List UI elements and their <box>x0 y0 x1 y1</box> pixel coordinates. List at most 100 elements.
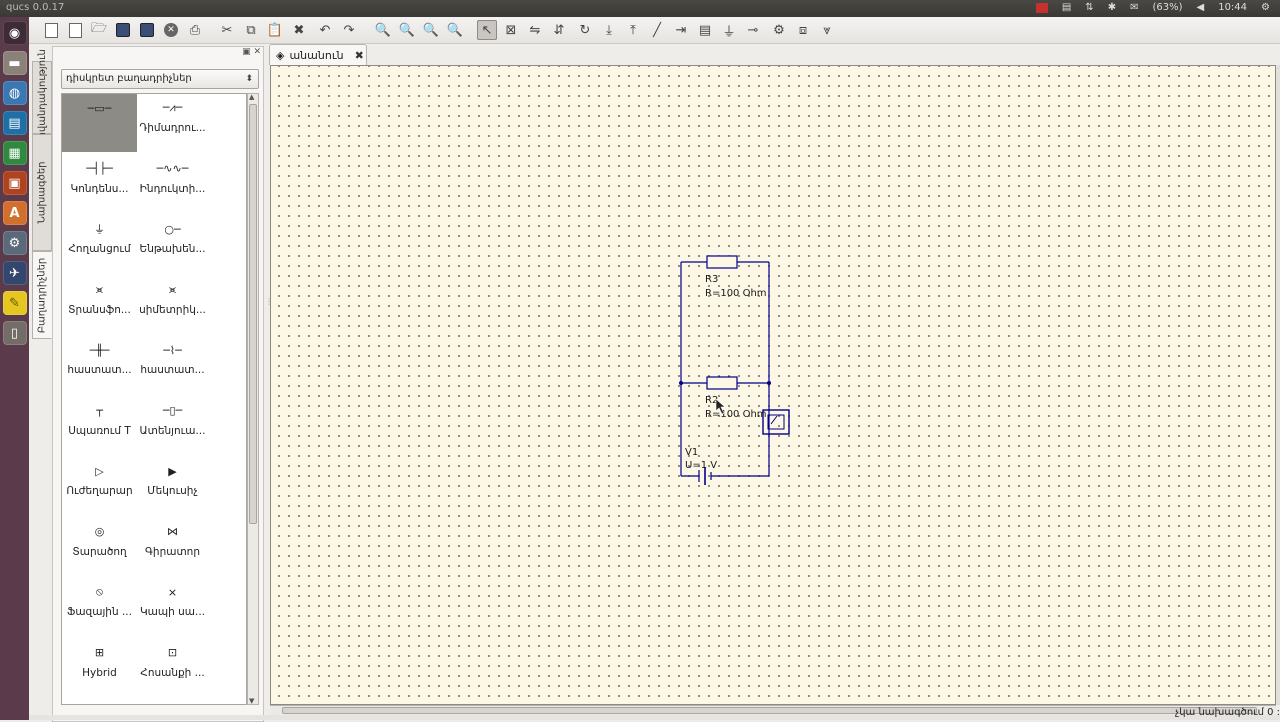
component-item[interactable]: ⪤ Տրանսֆո... <box>62 276 137 334</box>
battery-indicator[interactable]: (63%) <box>1152 2 1182 13</box>
view-data-icon[interactable]: ⧈ <box>793 20 813 40</box>
undo-icon[interactable]: ↶ <box>315 20 335 40</box>
clock[interactable]: 10:44 <box>1218 2 1247 13</box>
software-center-icon[interactable]: A <box>2 201 27 225</box>
browser-icon[interactable]: ◍ <box>2 81 27 105</box>
mirror-x-icon[interactable]: ⇋ <box>525 20 545 40</box>
component-item[interactable]: ⊡ Հոսանքի ... <box>135 639 210 697</box>
wire-icon[interactable]: ╱ <box>647 20 667 40</box>
component-item[interactable]: ⦸ Ֆազային ... <box>62 578 137 636</box>
zoom-selection-icon[interactable]: 🔍 <box>397 20 417 40</box>
status-text: չկա նախագծում 0 : <box>1175 707 1280 718</box>
main-toolbar: 🗁 ✕ ⎙ ✂ ⧉ 📋 ✖ ↶ ↷ 🔍 🔍 🔍 🔍 ↖ ⊠ ⇋ ⇵ ↻ ⤓ ⤒ … <box>29 17 1280 44</box>
qucs-icon[interactable]: ✈ <box>2 261 27 285</box>
transformer-icon: ⪤ <box>95 282 104 296</box>
trash-icon[interactable]: ▯ <box>2 321 27 345</box>
component-item[interactable]: ◎ Տարածող <box>62 518 137 576</box>
enter-subcircuit-icon[interactable]: ⤓ <box>599 20 619 40</box>
save-all-icon[interactable] <box>137 20 157 40</box>
tab-projects[interactable]: Նախագծեր <box>32 134 52 251</box>
tab-components[interactable]: Բաղադրիչներ <box>32 251 52 339</box>
files-icon[interactable]: ▬ <box>2 51 27 75</box>
component-item[interactable]: ⋈ Գիրատոր <box>135 518 210 576</box>
cut-icon[interactable]: ✂ <box>217 20 237 40</box>
tab-content[interactable]: Բովանդակություն <box>32 49 52 146</box>
v1-name-label: V1 <box>685 447 698 458</box>
exit-subcircuit-icon[interactable]: ⤒ <box>623 20 643 40</box>
open-icon[interactable]: 🗁 <box>89 20 109 40</box>
calc-icon[interactable]: ▦ <box>2 141 27 165</box>
component-item[interactable]: ─▭─ <box>62 94 137 152</box>
paste-icon[interactable]: 📋 <box>265 20 285 40</box>
close-document-icon[interactable]: ✕ <box>161 20 181 40</box>
canvas-horizontal-scrollbar[interactable] <box>270 705 1276 715</box>
equation-icon[interactable]: ▤ <box>695 20 715 40</box>
keyboard-icon[interactable]: ▤ <box>1062 2 1071 13</box>
component-item[interactable]: ⪤ սիմետրիկ... <box>135 276 210 334</box>
component-item[interactable]: ─⩘─ Դիմադրու... <box>135 94 210 152</box>
probe-placeholder[interactable] <box>762 409 790 435</box>
tab-document[interactable]: ◈ անանուն ✖ <box>269 44 367 65</box>
mirror-y-icon[interactable]: ⇵ <box>549 20 569 40</box>
wire-label-icon[interactable]: ⇥ <box>671 20 691 40</box>
redo-icon[interactable]: ↷ <box>339 20 359 40</box>
indicator-icon[interactable] <box>1035 3 1048 13</box>
save-icon[interactable] <box>113 20 133 40</box>
delete-icon[interactable]: ✖ <box>289 20 309 40</box>
rotate-icon[interactable]: ↻ <box>575 20 595 40</box>
component-item[interactable]: ─▯─ Ատենյուա... <box>135 397 210 455</box>
phase-shifter-icon: ⦸ <box>95 585 104 598</box>
scroll-down-icon[interactable]: ▼ <box>249 697 254 705</box>
component-item[interactable]: ⨯ Կապի սա... <box>135 578 210 636</box>
new-file-icon[interactable] <box>41 20 61 40</box>
zoom-out-icon[interactable]: 🔍 <box>445 20 465 40</box>
component-item[interactable]: ○─ Ենթախեն... <box>135 215 210 273</box>
component-item[interactable]: ┬ Սպառում T <box>62 397 137 455</box>
notes-icon[interactable]: ✎ <box>2 291 27 315</box>
resistor-r3[interactable] <box>706 255 738 269</box>
component-item[interactable]: ▶ Մեկուսիչ <box>135 457 210 515</box>
component-item[interactable]: ─∿∿─ Ինդուկտի... <box>135 155 210 213</box>
writer-icon[interactable]: ▤ <box>2 111 27 135</box>
dash-icon[interactable]: ◉ <box>2 21 27 45</box>
print-icon[interactable]: ⎙ <box>185 20 205 40</box>
zoom-fit-icon[interactable]: 🔍 <box>373 20 393 40</box>
deactivate-icon[interactable]: ⊠ <box>501 20 521 40</box>
copy-icon[interactable]: ⧉ <box>241 20 261 40</box>
component-item[interactable]: ─┤├─ Կոնդենս... <box>62 155 137 213</box>
settings-icon[interactable]: ⚙ <box>2 231 27 255</box>
scrollbar-thumb[interactable] <box>249 104 257 524</box>
component-label: Հողանցում <box>68 243 131 255</box>
zoom-in-icon[interactable]: 🔍 <box>421 20 441 40</box>
select-pointer-icon[interactable]: ↖ <box>477 20 497 40</box>
ground-tool-icon[interactable]: ⏚ <box>719 20 739 40</box>
canvas-vertical-scrollbar[interactable] <box>1276 65 1280 705</box>
power-icon[interactable]: ⚙ <box>1261 2 1270 13</box>
port-icon[interactable]: ⊸ <box>743 20 763 40</box>
category-select[interactable]: դիսկրետ բաղադրիչներ ⬍ <box>61 69 259 89</box>
system-top-bar: qucs 0.0.17 ▤ ⇅ ✱ ✉ (63%) ◀ 10:44 ⚙ <box>0 0 1280 17</box>
scrollbar-thumb[interactable] <box>282 707 1257 714</box>
scroll-up-icon[interactable]: ▲ <box>249 93 254 101</box>
bluetooth-icon[interactable]: ✱ <box>1108 2 1116 13</box>
network-icon[interactable]: ⇅ <box>1085 2 1093 13</box>
component-item[interactable]: ─⌇─ հաստատ... <box>135 336 210 394</box>
mail-icon[interactable]: ✉ <box>1130 2 1138 13</box>
schematic-canvas[interactable]: R3 R=100 Ohm R2 R=100 Ohm V1 U=1 V <box>270 65 1276 705</box>
component-item[interactable]: ▷ Ուժեղարար <box>62 457 137 515</box>
component-item[interactable]: ⊞ Hybrid <box>62 639 137 697</box>
impress-icon[interactable]: ▣ <box>2 171 27 195</box>
resistor-r2[interactable] <box>706 376 738 390</box>
component-list-scrollbar[interactable]: ▲ ▼ <box>247 93 259 705</box>
new-text-icon[interactable] <box>65 20 85 40</box>
simulate-icon[interactable]: ⚙ <box>769 20 789 40</box>
set-marker-icon[interactable]: ⩔ <box>817 20 837 40</box>
component-item[interactable]: ─╫─ հաստատ... <box>62 336 137 394</box>
close-tab-icon[interactable]: ✖ <box>355 49 364 62</box>
isolator-icon: ▶ <box>168 464 177 478</box>
volume-icon[interactable]: ◀ <box>1197 2 1205 13</box>
current-probe-icon: ⊡ <box>167 646 178 659</box>
component-label: Դիմադրու... <box>139 122 206 134</box>
component-item[interactable]: ⏚ Հողանցում <box>62 215 137 273</box>
dock-controls[interactable]: ▣ ✕ <box>242 47 261 57</box>
